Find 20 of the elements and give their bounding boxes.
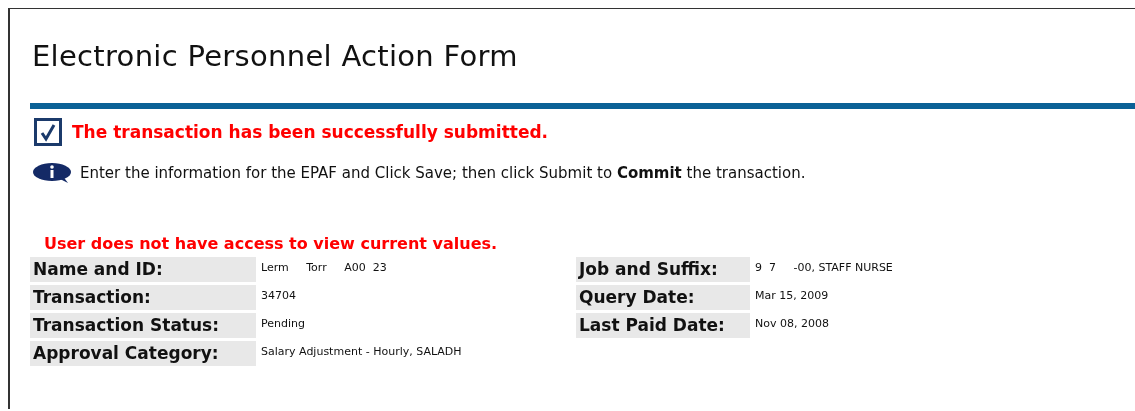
field-value: Pending	[261, 316, 306, 332]
field-label: Job and Suffix:	[576, 257, 750, 282]
field-value: 34704	[261, 288, 297, 304]
access-warning: User does not have access to view current values.	[44, 234, 499, 253]
field-label: Approval Category:	[30, 341, 256, 366]
info-icon	[32, 162, 74, 184]
field-label: Transaction Status:	[30, 313, 256, 338]
field-label: Transaction:	[30, 285, 256, 310]
field-value: Salary Adjustment - Hourly, SALADH	[261, 344, 463, 360]
instruction-text: Enter the information for the EPAF and Click Save; then click Submit to Commit the transaction.	[80, 164, 806, 182]
field-value: 9 7 -00, STAFF NURSE	[755, 260, 893, 276]
success-message: The transaction has been successfully submitted.	[72, 122, 549, 142]
field-label: Last Paid Date:	[576, 313, 750, 338]
field-label: Query Date:	[576, 285, 750, 310]
field-value: Mar 15, 2009	[755, 288, 830, 304]
page-title: Electronic Personnel Action Form	[31, 38, 519, 75]
checkbox-checked-icon	[34, 118, 62, 146]
field-value: Nov 08, 2008	[755, 316, 830, 332]
field-value: Lerm Torr A00 23	[261, 260, 388, 276]
field-label: Name and ID:	[30, 257, 256, 282]
